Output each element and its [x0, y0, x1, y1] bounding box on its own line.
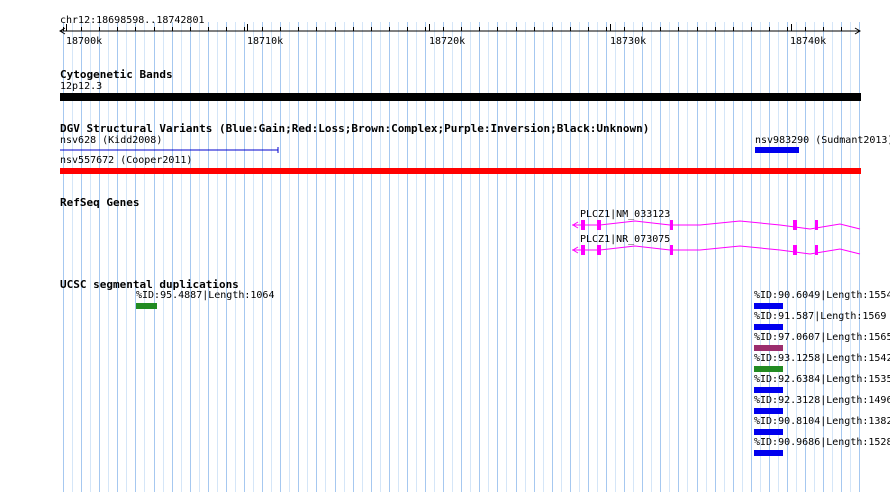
dgv-feature-label: nsv983290 (Sudmant2013) — [755, 135, 890, 146]
gene-model[interactable] — [572, 220, 861, 230]
segdup-label: %ID:92.3128|Length:1496 — [754, 395, 890, 406]
gene-model[interactable] — [572, 245, 861, 255]
dgv-feature-label: nsv557672 (Cooper2011) — [60, 155, 193, 166]
track-title-cytoband: Cytogenetic Bands — [60, 68, 173, 81]
exon[interactable] — [670, 245, 673, 255]
exon[interactable] — [597, 220, 601, 230]
segdup-label: %ID:90.8104|Length:1382 — [754, 416, 890, 427]
exon[interactable] — [815, 245, 818, 255]
exon[interactable] — [581, 220, 585, 230]
exon[interactable] — [815, 220, 818, 230]
exon[interactable] — [581, 245, 585, 255]
exon[interactable] — [597, 245, 601, 255]
exon[interactable] — [793, 220, 797, 230]
segdup-bar[interactable] — [754, 450, 783, 456]
ruler-tick-label: 18700k — [66, 36, 103, 47]
dgv-feature-bar[interactable] — [755, 147, 799, 153]
segdup-bar[interactable] — [136, 303, 157, 309]
segdup-label: %ID:90.9686|Length:1528 — [754, 437, 890, 448]
segdup-bar[interactable] — [754, 429, 783, 435]
segdup-bar[interactable] — [754, 408, 783, 414]
segdup-bar[interactable] — [754, 366, 783, 372]
segdup-label: %ID:92.6384|Length:1535 — [754, 374, 890, 385]
segdup-label: %ID:93.1258|Length:1542 — [754, 353, 890, 364]
ruler-tick-label: 18710k — [247, 36, 284, 47]
segdup-label: %ID:91.587|Length:1569 — [754, 311, 887, 322]
ruler-tick-label: 18730k — [610, 36, 647, 47]
track-title-refseq: RefSeq Genes — [60, 196, 140, 209]
segdup-bar[interactable] — [754, 303, 783, 309]
segdup-bar[interactable] — [754, 324, 783, 330]
segdup-bar[interactable] — [754, 387, 783, 393]
track-title-dgv: DGV Structural Variants (Blue:Gain;Red:L… — [60, 122, 650, 135]
exon[interactable] — [793, 245, 797, 255]
segdup-bar[interactable] — [754, 345, 783, 351]
dgv-feature-bar[interactable] — [60, 168, 861, 174]
segdup-label: %ID:95.4887|Length:1064 — [136, 290, 275, 301]
cytoband-bar[interactable] — [60, 93, 861, 101]
segdup-label: %ID:90.6049|Length:1554 — [754, 290, 890, 301]
gene-models[interactable] — [560, 215, 865, 260]
ruler-tick-label: 18740k — [790, 36, 827, 47]
ruler-location: chr12:18698598..18742801 — [60, 15, 205, 26]
cytoband-label: 12p12.3 — [60, 81, 103, 92]
exon[interactable] — [670, 220, 673, 230]
ruler-tick-label: 18720k — [429, 36, 466, 47]
segdup-label: %ID:97.0607|Length:1565 — [754, 332, 890, 343]
